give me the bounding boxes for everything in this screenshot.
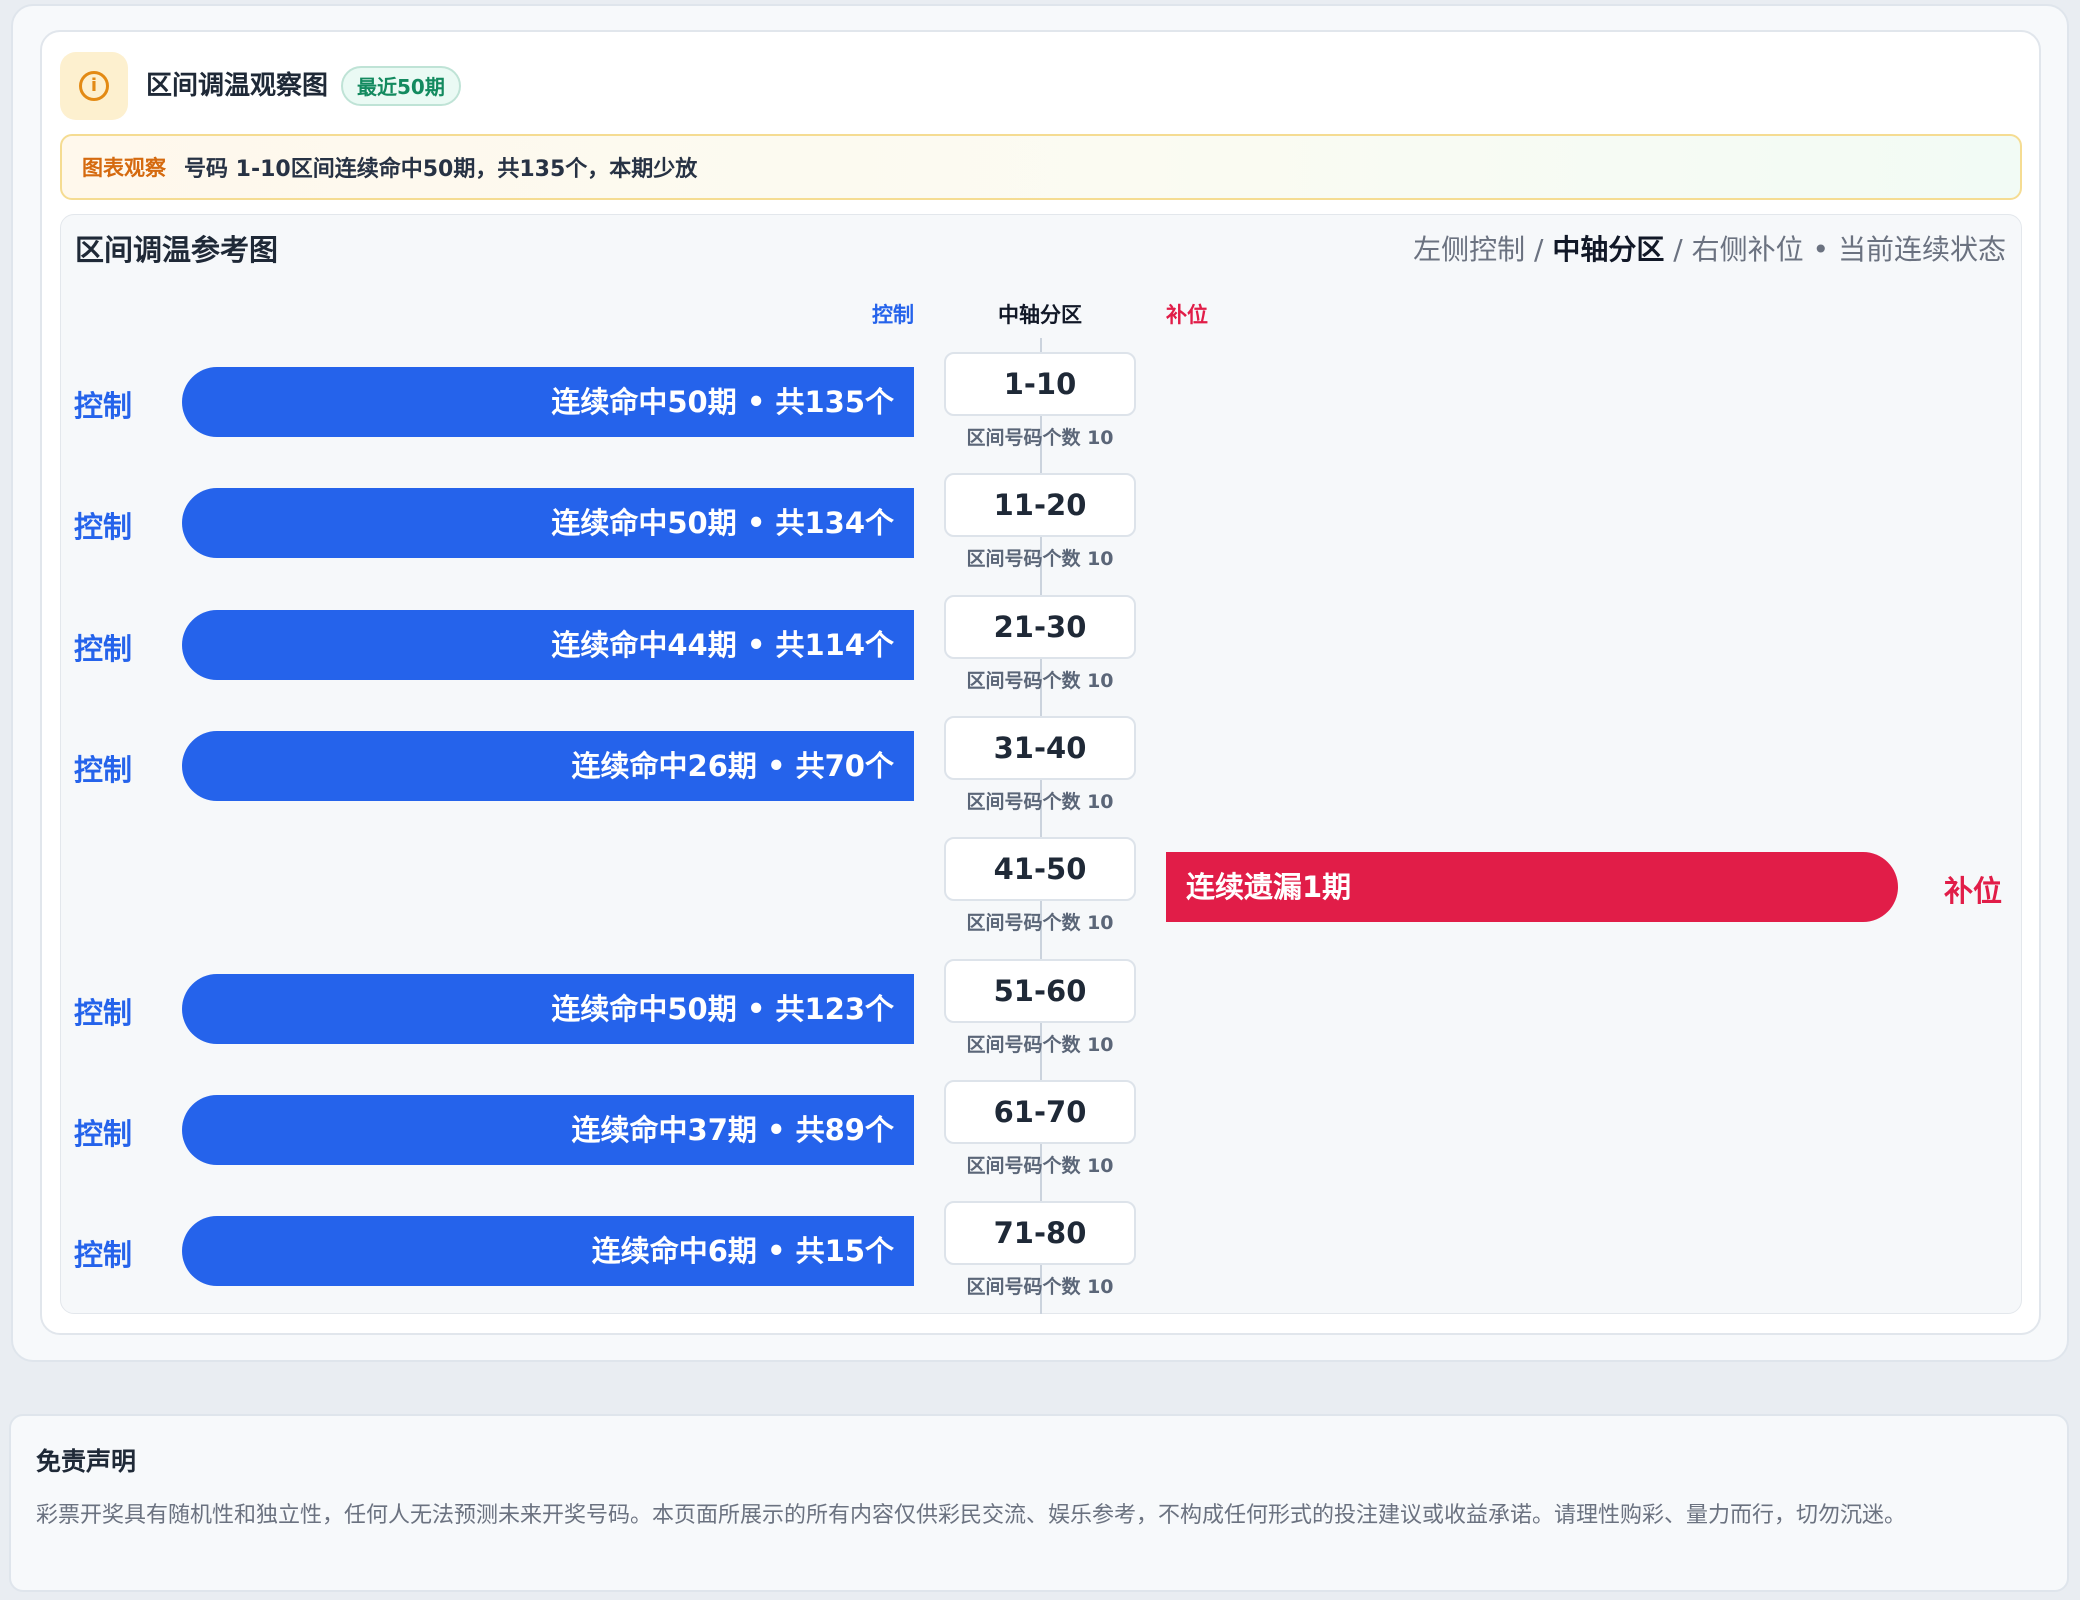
legend-sep: / bbox=[1664, 233, 1692, 266]
column-head-control: 控制 bbox=[872, 303, 914, 327]
column-head-fill: 补位 bbox=[1166, 303, 1208, 327]
disclaimer-card: 免责声明 彩票开奖具有随机性和独立性，任何人无法预测未来开奖号码。本页面所展示的… bbox=[9, 1414, 2069, 1592]
legend-sep: • bbox=[1803, 233, 1838, 266]
range-box: 21-30 bbox=[944, 595, 1136, 659]
control-bar: 连续命中6期 • 共15个 bbox=[182, 1216, 914, 1286]
info-icon-glyph: i bbox=[79, 71, 109, 101]
row-side-label: 控制 bbox=[74, 632, 133, 666]
range-box: 61-70 bbox=[944, 1080, 1136, 1144]
chart-row: 控制 连续命中26期 • 共70个 31-40 区间号码个数 10 bbox=[0, 716, 2080, 826]
legend-right: 右侧补位 bbox=[1691, 233, 1804, 266]
row-side-label: 控制 bbox=[74, 1117, 133, 1151]
control-bar: 连续命中50期 • 共134个 bbox=[182, 488, 914, 558]
notice-tag: 图表观察 bbox=[82, 156, 166, 180]
row-side-label: 控制 bbox=[74, 753, 133, 787]
range-box: 71-80 bbox=[944, 1201, 1136, 1265]
control-bar: 连续命中50期 • 共135个 bbox=[182, 367, 914, 437]
chart-row: 控制 连续命中50期 • 共134个 11-20 区间号码个数 10 bbox=[0, 473, 2080, 583]
control-bar: 连续命中37期 • 共89个 bbox=[182, 1095, 914, 1165]
notice-text: 号码 1-10区间连续命中50期，共135个，本期少放 bbox=[184, 157, 698, 182]
range-count-label: 区间号码个数 10 bbox=[966, 912, 1114, 934]
legend-left: 左侧控制 bbox=[1413, 233, 1526, 266]
chart-row: 连续遗漏1期 补位 41-50 区间号码个数 10 bbox=[0, 837, 2080, 947]
range-box: 1-10 bbox=[944, 352, 1136, 416]
chart-row: 控制 连续命中50期 • 共123个 51-60 区间号码个数 10 bbox=[0, 959, 2080, 1069]
column-head-axis: 中轴分区 bbox=[998, 303, 1082, 327]
row-side-label: 控制 bbox=[74, 389, 133, 423]
range-box: 41-50 bbox=[944, 837, 1136, 901]
range-box: 11-20 bbox=[944, 473, 1136, 537]
range-count-label: 区间号码个数 10 bbox=[966, 791, 1114, 813]
row-side-label: 补位 bbox=[1944, 874, 2003, 908]
chart-row: 控制 连续命中6期 • 共15个 71-80 区间号码个数 10 bbox=[0, 1201, 2080, 1311]
legend-state: 当前连续状态 bbox=[1837, 233, 2006, 266]
fill-bar: 连续遗漏1期 bbox=[1166, 852, 1898, 922]
chart-legend: 左侧控制 / 中轴分区 / 右侧补位 • 当前连续状态 bbox=[1413, 228, 2006, 272]
period-badge: 最近50期 bbox=[341, 66, 461, 106]
range-box: 31-40 bbox=[944, 716, 1136, 780]
range-count-label: 区间号码个数 10 bbox=[966, 427, 1114, 449]
control-bar: 连续命中50期 • 共123个 bbox=[182, 974, 914, 1044]
disclaimer-text: 彩票开奖具有随机性和独立性，任何人无法预测未来开奖号码。本页面所展示的所有内容仅… bbox=[36, 1503, 1907, 1528]
control-bar: 连续命中26期 • 共70个 bbox=[182, 731, 914, 801]
range-box: 51-60 bbox=[944, 959, 1136, 1023]
chart-title: 区间调温参考图 bbox=[75, 233, 279, 267]
chart-observation-notice: 图表观察 号码 1-10区间连续命中50期，共135个，本期少放 bbox=[60, 134, 2022, 200]
range-count-label: 区间号码个数 10 bbox=[966, 548, 1114, 570]
legend-middle: 中轴分区 bbox=[1552, 233, 1665, 266]
chart-row: 控制 连续命中44期 • 共114个 21-30 区间号码个数 10 bbox=[0, 595, 2080, 705]
range-count-label: 区间号码个数 10 bbox=[966, 1034, 1114, 1056]
range-count-label: 区间号码个数 10 bbox=[966, 1276, 1114, 1298]
range-count-label: 区间号码个数 10 bbox=[966, 1155, 1114, 1177]
section-title: 区间调温观察图 bbox=[146, 71, 329, 101]
row-side-label: 控制 bbox=[74, 510, 133, 544]
control-bar: 连续命中44期 • 共114个 bbox=[182, 610, 914, 680]
info-icon: i bbox=[60, 52, 128, 120]
legend-sep: / bbox=[1525, 233, 1553, 266]
disclaimer-title: 免责声明 bbox=[36, 1447, 137, 1476]
row-side-label: 控制 bbox=[74, 996, 133, 1030]
chart-row: 控制 连续命中50期 • 共135个 1-10 区间号码个数 10 bbox=[0, 352, 2080, 462]
row-side-label: 控制 bbox=[74, 1238, 133, 1272]
range-count-label: 区间号码个数 10 bbox=[966, 670, 1114, 692]
chart-row: 控制 连续命中37期 • 共89个 61-70 区间号码个数 10 bbox=[0, 1080, 2080, 1190]
